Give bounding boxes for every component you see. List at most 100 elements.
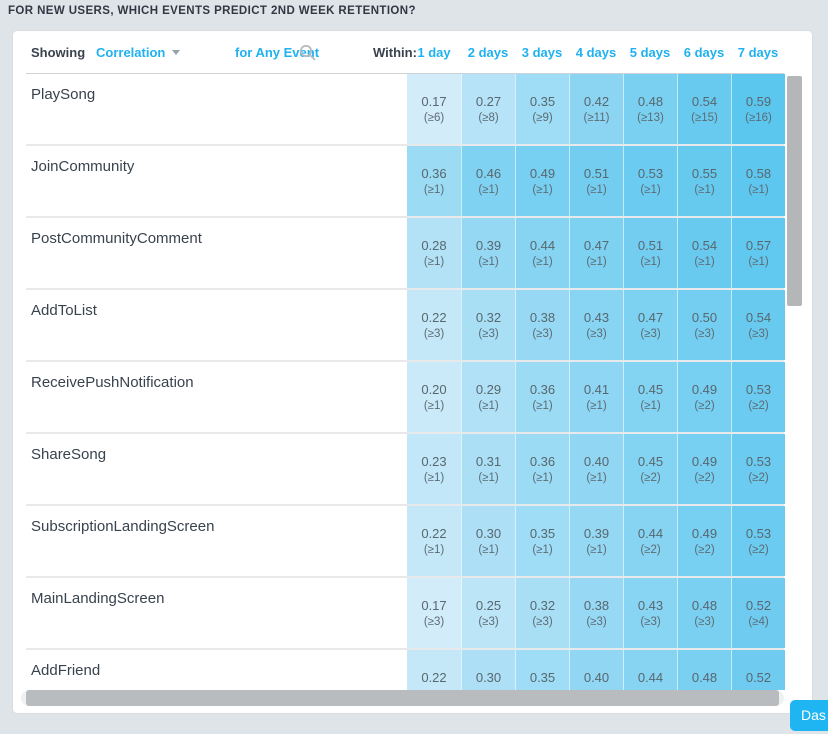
correlation-cell[interactable]: 0.25(≥3) (461, 578, 515, 648)
correlation-cell[interactable]: 0.47(≥3) (623, 290, 677, 360)
correlation-cell[interactable]: 0.29(≥1) (461, 362, 515, 432)
correlation-cell[interactable]: 0.44 (623, 650, 677, 690)
horizontal-scrollbar[interactable] (21, 690, 784, 706)
correlation-cell[interactable]: 0.20(≥1) (407, 362, 461, 432)
correlation-cell[interactable]: 0.30 (461, 650, 515, 690)
correlation-cell[interactable]: 0.23(≥1) (407, 434, 461, 504)
cell-value: 0.52 (746, 597, 771, 614)
correlation-cell[interactable]: 0.44(≥1) (515, 218, 569, 288)
correlation-cell[interactable]: 0.28(≥1) (407, 218, 461, 288)
correlation-cell[interactable]: 0.35(≥9) (515, 74, 569, 144)
column-header-7-day[interactable]: 7 days (731, 31, 785, 73)
column-header-1-day[interactable]: 1 day (407, 31, 461, 73)
correlation-cell[interactable]: 0.47(≥1) (569, 218, 623, 288)
correlation-cell[interactable]: 0.52 (731, 650, 785, 690)
cell-threshold: (≥8) (478, 110, 498, 126)
correlation-cell[interactable]: 0.17(≥6) (407, 74, 461, 144)
correlation-cell[interactable]: 0.51(≥1) (569, 146, 623, 216)
page-title: FOR NEW USERS, WHICH EVENTS PREDICT 2ND … (8, 5, 416, 17)
correlation-cell[interactable]: 0.35(≥1) (515, 506, 569, 576)
correlation-cell[interactable]: 0.32(≥3) (515, 578, 569, 648)
cell-value: 0.23 (421, 453, 446, 470)
correlation-cell[interactable]: 0.51(≥1) (623, 218, 677, 288)
correlation-cell[interactable]: 0.55(≥1) (677, 146, 731, 216)
cell-value: 0.53 (746, 453, 771, 470)
dashboard-button[interactable]: Das (790, 700, 828, 731)
correlation-cell[interactable]: 0.39(≥1) (461, 218, 515, 288)
correlation-cell[interactable]: 0.40(≥1) (569, 434, 623, 504)
cell-value: 0.48 (692, 669, 717, 686)
event-name: MainLandingScreen (31, 590, 164, 607)
correlation-cell[interactable]: 0.39(≥1) (569, 506, 623, 576)
cell-value: 0.30 (476, 669, 501, 686)
correlation-cell[interactable]: 0.36(≥1) (515, 434, 569, 504)
column-header-2-day[interactable]: 2 days (461, 31, 515, 73)
correlation-cell[interactable]: 0.30(≥1) (461, 506, 515, 576)
correlation-cell[interactable]: 0.48(≥3) (677, 578, 731, 648)
cell-value: 0.43 (638, 597, 663, 614)
correlation-cell[interactable]: 0.59(≥16) (731, 74, 785, 144)
correlation-cell[interactable]: 0.58(≥1) (731, 146, 785, 216)
correlation-cell[interactable]: 0.53(≥2) (731, 434, 785, 504)
correlation-cell[interactable]: 0.48 (677, 650, 731, 690)
column-header-6-day[interactable]: 6 days (677, 31, 731, 73)
correlation-cell[interactable]: 0.53(≥1) (623, 146, 677, 216)
correlation-cell[interactable]: 0.57(≥1) (731, 218, 785, 288)
correlation-cell[interactable]: 0.38(≥3) (569, 578, 623, 648)
correlation-cell[interactable]: 0.35 (515, 650, 569, 690)
correlation-cell[interactable]: 0.22(≥1) (407, 506, 461, 576)
correlation-cell[interactable]: 0.49(≥2) (677, 506, 731, 576)
correlation-cell[interactable]: 0.27(≥8) (461, 74, 515, 144)
cell-value: 0.22 (421, 525, 446, 542)
cell-threshold: (≥3) (694, 614, 714, 630)
cell-threshold: (≥1) (424, 182, 444, 198)
correlation-cell[interactable]: 0.42(≥11) (569, 74, 623, 144)
column-header-4-day[interactable]: 4 days (569, 31, 623, 73)
correlation-cell[interactable]: 0.31(≥1) (461, 434, 515, 504)
correlation-cell[interactable]: 0.45(≥2) (623, 434, 677, 504)
correlation-cell[interactable]: 0.54(≥3) (731, 290, 785, 360)
correlation-cell[interactable]: 0.40 (569, 650, 623, 690)
correlation-cell[interactable]: 0.52(≥4) (731, 578, 785, 648)
cell-threshold: (≥3) (748, 326, 768, 342)
cell-value: 0.38 (530, 309, 555, 326)
correlation-cell[interactable]: 0.54(≥1) (677, 218, 731, 288)
correlation-cell[interactable]: 0.45(≥1) (623, 362, 677, 432)
correlation-cell[interactable]: 0.36(≥1) (407, 146, 461, 216)
correlation-cell[interactable]: 0.38(≥3) (515, 290, 569, 360)
cell-value: 0.25 (476, 597, 501, 614)
correlation-cell[interactable]: 0.49(≥2) (677, 434, 731, 504)
metric-dropdown[interactable]: Correlation (96, 31, 180, 73)
cell-value: 0.42 (584, 93, 609, 110)
correlation-cell[interactable]: 0.50(≥3) (677, 290, 731, 360)
cell-threshold: (≥3) (478, 326, 498, 342)
correlation-cell[interactable]: 0.44(≥2) (623, 506, 677, 576)
correlation-cell[interactable]: 0.48(≥13) (623, 74, 677, 144)
correlation-cell[interactable]: 0.41(≥1) (569, 362, 623, 432)
correlation-cell[interactable]: 0.32(≥3) (461, 290, 515, 360)
cell-threshold: (≥1) (532, 254, 552, 270)
cell-threshold: (≥1) (586, 542, 606, 558)
cell-value: 0.27 (476, 93, 501, 110)
correlation-cell[interactable]: 0.49(≥1) (515, 146, 569, 216)
correlation-cell[interactable]: 0.53(≥2) (731, 506, 785, 576)
vertical-scrollbar-thumb[interactable] (787, 76, 802, 306)
cell-value: 0.17 (421, 93, 446, 110)
correlation-cell[interactable]: 0.22(≥3) (407, 290, 461, 360)
horizontal-scrollbar-thumb[interactable] (26, 690, 779, 706)
correlation-cell[interactable]: 0.46(≥1) (461, 146, 515, 216)
correlation-cell[interactable]: 0.17(≥3) (407, 578, 461, 648)
correlation-cell[interactable]: 0.43(≥3) (623, 578, 677, 648)
cell-value: 0.49 (692, 381, 717, 398)
correlation-cell[interactable]: 0.22 (407, 650, 461, 690)
column-header-5-day[interactable]: 5 days (623, 31, 677, 73)
correlation-cell[interactable]: 0.36(≥1) (515, 362, 569, 432)
search-icon[interactable] (299, 31, 316, 73)
correlation-cell[interactable]: 0.43(≥3) (569, 290, 623, 360)
correlation-cell[interactable]: 0.53(≥2) (731, 362, 785, 432)
cell-threshold: (≥2) (694, 398, 714, 414)
cell-value: 0.40 (584, 453, 609, 470)
column-header-3-day[interactable]: 3 days (515, 31, 569, 73)
correlation-cell[interactable]: 0.49(≥2) (677, 362, 731, 432)
correlation-cell[interactable]: 0.54(≥15) (677, 74, 731, 144)
